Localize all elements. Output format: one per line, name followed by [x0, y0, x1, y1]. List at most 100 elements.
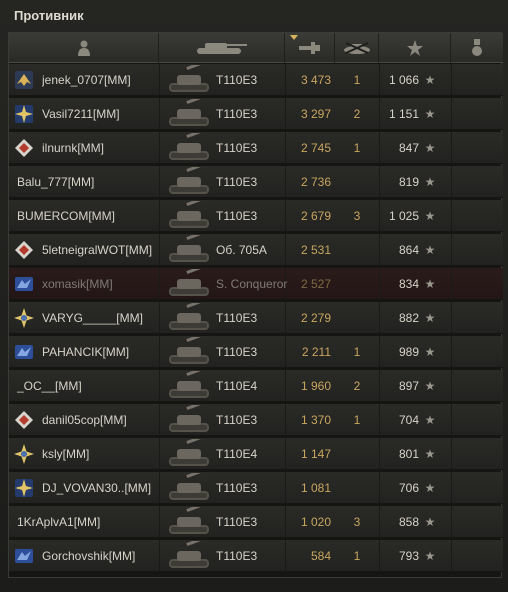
xp-star-icon: ★ — [424, 277, 436, 291]
player-row[interactable]: Balu_777[MM] T110E3 2 736 819 ★ — [9, 166, 503, 198]
column-divider — [451, 404, 452, 435]
xp-value: 882 — [398, 311, 419, 325]
player-row[interactable]: ilnurnk[MM] T110E3 2 745 1 847 ★ — [9, 132, 503, 164]
xp-value: 897 — [398, 379, 419, 393]
rank-badge-icon — [15, 411, 33, 429]
player-row[interactable]: Gorchovshik[MM] T110E3 584 1 793 ★ — [9, 540, 503, 572]
player-name: _OC__[MM] — [17, 379, 82, 393]
column-divider — [451, 506, 452, 537]
player-name: ksly[MM] — [42, 447, 90, 461]
player-row[interactable]: 1KrAplvA1[MM] T110E3 1 020 3 858 ★ — [9, 506, 503, 538]
player-row[interactable]: jenek_0707[MM] T110E3 3 473 1 1 066 ★ — [9, 64, 503, 96]
xp-star-icon: ★ — [424, 107, 436, 121]
vehicle-icon — [169, 99, 216, 126]
vehicle-icon — [169, 371, 216, 398]
xp-star-icon: ★ — [424, 345, 436, 359]
rank-badge-icon — [15, 345, 33, 359]
xp-star-icon: ★ — [424, 175, 436, 189]
xp-value: 706 — [398, 481, 419, 495]
tank-icon — [196, 43, 247, 54]
damage-value: 2 211 — [301, 345, 331, 359]
vehicle-icon — [169, 133, 216, 160]
player-row[interactable]: 5letneigralWOT[MM] Об. 705А 2 531 864 ★ — [9, 234, 503, 266]
xp-value: 847 — [398, 141, 419, 155]
damage-value: 2 527 — [300, 277, 331, 291]
rank-badge-icon — [15, 241, 33, 259]
damage-value: 1 020 — [300, 515, 331, 529]
xp-star-icon: ★ — [424, 481, 436, 495]
xp-star-icon: ★ — [424, 141, 436, 155]
player-row[interactable]: VARYG_____[MM] T110E3 2 279 882 ★ — [9, 302, 503, 334]
damage-value: 1 370 — [300, 413, 331, 427]
damage-value: 2 279 — [300, 311, 331, 325]
sort-arrow-icon — [290, 35, 298, 40]
column-divider — [451, 166, 452, 197]
column-divider — [451, 98, 452, 129]
damage-value: 3 297 — [300, 107, 331, 121]
player-name: DJ_VOVAN30..[MM] — [42, 481, 152, 495]
xp-star-icon: ★ — [424, 73, 436, 87]
player-name: Vasil7211[MM] — [42, 107, 120, 121]
column-divider — [451, 302, 452, 333]
rank-badge-icon — [14, 444, 34, 464]
player-row[interactable]: danil05cop[MM] T110E3 1 370 1 704 ★ — [9, 404, 503, 436]
xp-value: 801 — [398, 447, 419, 461]
vehicle-icon — [169, 507, 216, 534]
header-damage[interactable] — [285, 33, 335, 63]
damage-value: 584 — [310, 549, 331, 563]
xp-value: 834 — [398, 277, 419, 291]
player-name: ilnurnk[MM] — [42, 141, 105, 155]
header-kills[interactable] — [335, 33, 379, 63]
rank-badge-icon — [15, 549, 33, 563]
header-vehicle[interactable] — [159, 33, 285, 63]
xp-star-icon: ★ — [424, 243, 436, 257]
player-name: PAHANCIK[MM] — [42, 345, 130, 359]
player-row[interactable]: BUMERCOM[MM] T110E3 2 679 3 1 025 ★ — [9, 200, 503, 232]
xp-value: 793 — [398, 549, 419, 563]
damage-icon — [298, 42, 320, 54]
damage-value: 1 147 — [300, 447, 331, 461]
player-name: danil05cop[MM] — [42, 413, 127, 427]
xp-star-icon: ★ — [424, 549, 436, 563]
column-divider — [451, 234, 452, 265]
player-row[interactable]: ksly[MM] T110E4 1 147 801 ★ — [9, 438, 503, 470]
xp-value: 704 — [398, 413, 419, 427]
xp-value: 1 066 — [388, 73, 419, 87]
header-xp[interactable] — [379, 33, 451, 63]
column-divider — [451, 200, 452, 231]
xp-star-icon: ★ — [424, 379, 436, 393]
player-name: BUMERCOM[MM] — [17, 209, 115, 223]
vehicle-icon — [169, 201, 216, 228]
xp-value: 864 — [398, 243, 419, 257]
column-divider — [451, 336, 452, 367]
player-name: VARYG_____[MM] — [42, 311, 143, 325]
xp-value: 819 — [398, 175, 419, 189]
player-name: 5letneigralWOT[MM] — [42, 243, 153, 257]
player-name: xomasik[MM] — [42, 277, 113, 291]
column-divider — [451, 472, 452, 503]
header-medals[interactable] — [451, 33, 503, 63]
damage-value: 1 960 — [300, 379, 331, 393]
xp-value: 989 — [398, 345, 419, 359]
panel-title: Противник — [14, 8, 84, 23]
medal-icon — [472, 39, 482, 56]
header-player[interactable] — [9, 33, 159, 63]
column-divider — [159, 166, 160, 197]
column-divider — [451, 370, 452, 401]
vehicle-icon — [169, 405, 216, 432]
player-row[interactable]: DJ_VOVAN30..[MM] T110E3 1 081 706 ★ — [9, 472, 503, 504]
xp-value: 858 — [398, 515, 419, 529]
rank-badge-icon — [15, 139, 33, 157]
xp-star-icon: ★ — [424, 447, 436, 461]
player-row[interactable]: PAHANCIK[MM] T110E3 2 211 1 989 ★ — [9, 336, 503, 368]
player-name: Gorchovshik[MM] — [42, 549, 136, 563]
player-row[interactable]: _OC__[MM] T110E4 1 960 2 897 ★ — [9, 370, 503, 402]
rank-badge-icon — [15, 479, 33, 497]
vehicle-icon — [169, 473, 216, 500]
column-divider — [451, 64, 452, 95]
player-row[interactable]: xomasik[MM] S. Conqueror 2 527 834 ★ — [9, 268, 503, 300]
vehicle-icon — [169, 235, 216, 262]
player-row[interactable]: Vasil7211[MM] T110E3 3 297 2 1 151 ★ — [9, 98, 503, 130]
xp-star-icon: ★ — [424, 311, 436, 325]
vehicle-icon — [169, 167, 216, 194]
